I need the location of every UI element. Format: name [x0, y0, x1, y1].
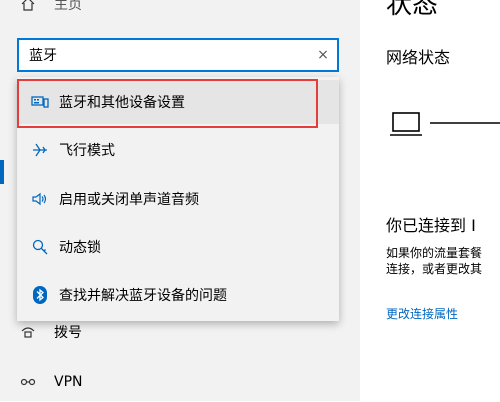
page-title: 状态 [386, 0, 439, 20]
suggestion-label: 蓝牙和其他设备设置 [59, 95, 185, 111]
section-title: 网络状态 [386, 48, 451, 67]
sidebar-item-label: VPN [54, 374, 83, 390]
status-description-line1: 如果你的流量套餐 [386, 246, 483, 260]
suggestion-bluetooth-devices-settings[interactable]: 蓝牙和其他设备设置 [17, 80, 339, 124]
search-suggestions-dropdown: 蓝牙和其他设备设置 飞行模式 启用或关闭单声道音频 动态锁 查找并解决蓝牙设备的… [17, 77, 339, 321]
suggestion-dynamic-lock[interactable]: 动态锁 [17, 225, 339, 269]
suggestion-label: 查找并解决蓝牙设备的问题 [59, 288, 227, 304]
home-icon [20, 0, 36, 12]
laptop-icon [390, 112, 500, 136]
suggestion-airplane-mode[interactable]: 飞行模式 [17, 128, 339, 172]
suggestion-label: 启用或关闭单声道音频 [59, 192, 199, 208]
sidebar-item-label: 拨号 [54, 325, 82, 341]
main-content: 状态 网络状态 你已连接到 I 如果你的流量套餐 连接，或者更改其 更改连接属性 [360, 0, 500, 401]
vpn-icon [20, 374, 36, 390]
close-icon: × [317, 47, 329, 63]
search-input[interactable] [19, 41, 309, 69]
sidebar-item-label: 主页 [54, 0, 82, 13]
selected-nav-indicator [0, 160, 4, 184]
suggestion-label: 动态锁 [59, 240, 101, 256]
network-diagram [390, 110, 500, 154]
change-connection-properties-link[interactable]: 更改连接属性 [386, 305, 458, 322]
connection-status-text: 你已连接到 I [386, 216, 476, 235]
status-description-line2: 连接，或者更改其 [386, 262, 483, 276]
suggestion-mono-audio[interactable]: 启用或关闭单声道音频 [17, 177, 339, 221]
devices-icon [31, 93, 49, 111]
dialup-icon [20, 324, 36, 340]
key-search-icon [31, 238, 49, 256]
sidebar-item-home[interactable]: 主页 [0, 0, 360, 22]
airplane-icon [31, 141, 49, 159]
suggestion-label: 飞行模式 [59, 143, 115, 159]
clear-search-button[interactable]: × [309, 41, 337, 69]
suggestion-bluetooth-troubleshoot[interactable]: 查找并解决蓝牙设备的问题 [17, 273, 339, 317]
bluetooth-icon [31, 286, 49, 304]
sidebar-item-vpn[interactable]: VPN [0, 362, 360, 402]
settings-search-box: × [17, 38, 339, 72]
speaker-icon [31, 190, 49, 208]
